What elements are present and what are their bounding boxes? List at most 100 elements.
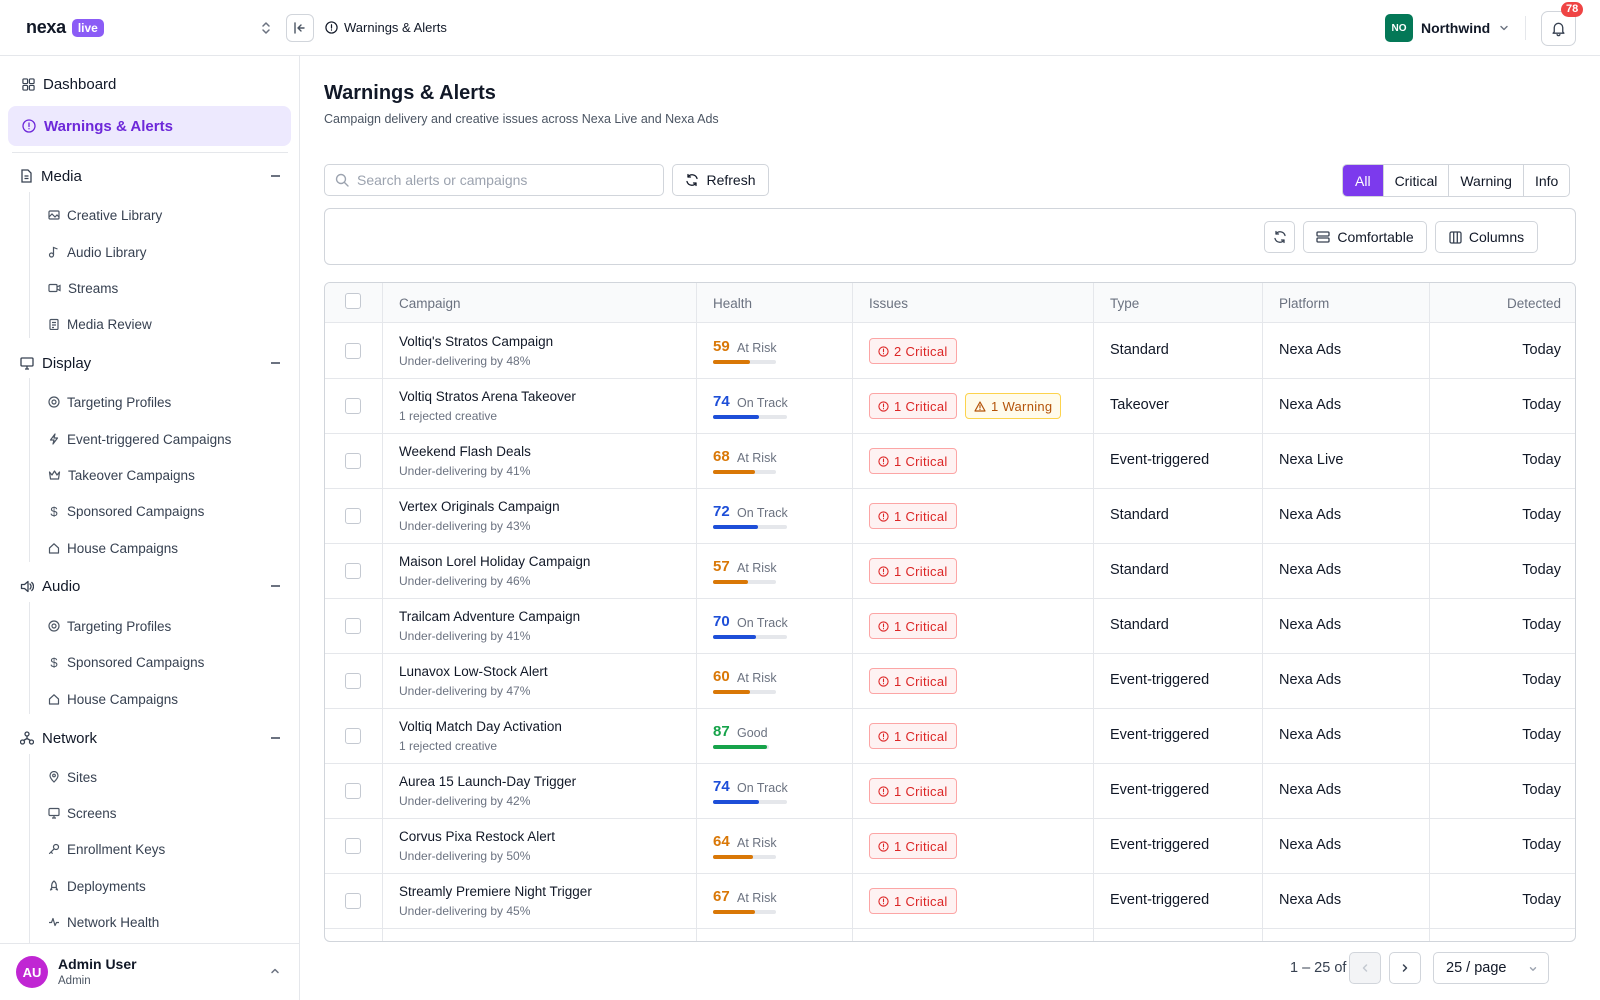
critical-badge[interactable]: 1 Critical — [869, 833, 957, 859]
sidebar-item-network-health[interactable]: Network Health — [48, 910, 159, 934]
table-row[interactable]: Aurea 15 Launch-Day Trigger Under-deliver… — [325, 763, 1575, 819]
filter-warning[interactable]: Warning — [1448, 165, 1523, 196]
row-checkbox[interactable] — [345, 838, 361, 854]
next-page-button[interactable] — [1389, 952, 1421, 984]
column-header-platform[interactable]: Platform — [1279, 283, 1329, 323]
row-checkbox[interactable] — [345, 673, 361, 689]
campaign-name[interactable]: Maison Lorel Holiday Campaign — [399, 554, 590, 569]
org-switcher[interactable]: NO Northwind — [1385, 14, 1510, 42]
campaign-name[interactable]: Voltiq Stratos Arena Takeover — [399, 389, 576, 404]
collapse-minus-icon[interactable] — [271, 175, 280, 177]
search-box[interactable] — [324, 164, 664, 196]
refresh-button[interactable]: Refresh — [672, 164, 769, 196]
campaign-name[interactable]: Trailcam Adventure Campaign — [399, 609, 580, 624]
row-checkbox[interactable] — [345, 563, 361, 579]
column-header-issues[interactable]: Issues — [869, 283, 908, 323]
critical-badge[interactable]: 1 Critical — [869, 503, 957, 529]
column-header-detected[interactable]: Detected — [1507, 283, 1561, 323]
row-checkbox[interactable] — [345, 618, 361, 634]
search-input[interactable] — [357, 165, 657, 195]
sidebar-item-sponsored-campaigns[interactable]: $ Sponsored Campaigns — [48, 499, 204, 523]
filter-critical[interactable]: Critical — [1382, 165, 1449, 196]
row-checkbox[interactable] — [345, 728, 361, 744]
table-row[interactable]: Trailcam Adventure Campaign Under-deliver… — [325, 598, 1575, 654]
sidebar-item-audio-library[interactable]: Audio Library — [48, 240, 147, 264]
column-header-campaign[interactable]: Campaign — [399, 283, 461, 323]
campaign-name[interactable]: Aurea 15 Launch-Day Trigger — [399, 774, 576, 789]
user-menu[interactable]: AU Admin User Admin — [0, 943, 299, 1000]
table-row[interactable]: Corvus Pixa Restock Alert Under-deliverin… — [325, 818, 1575, 874]
sidebar-section-audio[interactable]: Audio — [20, 574, 282, 598]
sidebar-item-audio-house-campaigns[interactable]: House Campaigns — [48, 687, 178, 711]
row-checkbox[interactable] — [345, 398, 361, 414]
reload-table-button[interactable] — [1264, 221, 1295, 253]
sidebar-item-sites[interactable]: Sites — [48, 765, 97, 789]
warning-badge[interactable]: 1 Warning — [965, 393, 1062, 419]
sidebar-item-house-campaigns[interactable]: House Campaigns — [48, 536, 178, 560]
sidebar-item-creative-library[interactable]: Creative Library — [48, 203, 162, 227]
chevron-up-icon[interactable] — [269, 965, 281, 977]
sidebar-item-event-triggered-campaigns[interactable]: Event-triggered Campaigns — [48, 427, 231, 451]
sidebar-section-media[interactable]: Media — [20, 164, 282, 188]
critical-badge[interactable]: 1 Critical — [869, 558, 957, 584]
table-row[interactable]: Maison Lorel Holiday Campaign Under-deliv… — [325, 543, 1575, 599]
campaign-name[interactable]: Weekend Flash Deals — [399, 444, 531, 459]
prev-page-button[interactable] — [1349, 952, 1381, 984]
sidebar-item-enrollment-keys[interactable]: Enrollment Keys — [48, 837, 165, 861]
select-all-checkbox[interactable] — [345, 293, 361, 309]
table-row[interactable]: Lunavox Low-Stock Alert Under-delivering … — [325, 653, 1575, 709]
sidebar-item-audio-targeting-profiles[interactable]: Targeting Profiles — [48, 614, 171, 638]
density-button[interactable]: Comfortable — [1303, 221, 1427, 253]
table-row[interactable]: Voltiq's Stratos Campaign Under-deliverin… — [325, 323, 1575, 379]
sidebar-item-deployments[interactable]: Deployments — [48, 874, 146, 898]
critical-badge[interactable]: 1 Critical — [869, 393, 957, 419]
collapse-sidebar-button[interactable] — [286, 14, 314, 42]
page-size-select[interactable]: 25 / page — [1433, 952, 1549, 984]
row-checkbox[interactable] — [345, 783, 361, 799]
table-row[interactable]: Streamly Premiere Night Trigger Under-del… — [325, 873, 1575, 929]
table-row[interactable]: Weekend Flash Deals Under-delivering by 4… — [325, 433, 1575, 489]
severity-filter: All Critical Warning Info — [1342, 164, 1571, 197]
sidebar-item-targeting-profiles[interactable]: Targeting Profiles — [48, 390, 171, 414]
critical-badge[interactable]: 1 Critical — [869, 723, 957, 749]
filter-info[interactable]: Info — [1522, 165, 1569, 196]
campaign-name[interactable]: Voltiq Match Day Activation — [399, 719, 562, 734]
sidebar-item-takeover-campaigns[interactable]: Takeover Campaigns — [48, 463, 195, 487]
sidebar-item-dashboard[interactable]: Dashboard — [8, 64, 291, 104]
column-header-health[interactable]: Health — [713, 283, 752, 323]
campaign-type: Event-triggered — [1110, 452, 1210, 468]
table-row[interactable]: Vertex Originals Campaign Under-deliverin… — [325, 488, 1575, 544]
row-checkbox[interactable] — [345, 508, 361, 524]
collapse-minus-icon[interactable] — [271, 362, 280, 364]
columns-button[interactable]: Columns — [1435, 221, 1538, 253]
campaign-name[interactable]: Streamly Premiere Night Trigger — [399, 884, 592, 899]
sidebar-item-warnings[interactable]: Warnings & Alerts — [8, 106, 291, 146]
chevron-up-down-icon[interactable] — [260, 20, 272, 36]
sidebar-item-media-review[interactable]: Media Review — [48, 312, 152, 336]
sidebar-section-display[interactable]: Display — [20, 351, 282, 375]
campaign-name[interactable]: Vertex Originals Campaign — [399, 499, 560, 514]
table-row[interactable]: Voltiq Stratos Arena Takeover 1 rejected … — [325, 378, 1575, 434]
critical-badge[interactable]: 2 Critical — [869, 338, 957, 364]
critical-badge[interactable]: 1 Critical — [869, 888, 957, 914]
campaign-name[interactable]: Voltiq's Stratos Campaign — [399, 334, 553, 349]
critical-badge[interactable]: 1 Critical — [869, 668, 957, 694]
collapse-minus-icon[interactable] — [271, 585, 280, 587]
campaign-name[interactable]: Lunavox Low-Stock Alert — [399, 664, 548, 679]
row-checkbox[interactable] — [345, 343, 361, 359]
sidebar-item-audio-sponsored-campaigns[interactable]: $ Sponsored Campaigns — [48, 650, 204, 674]
row-checkbox[interactable] — [345, 893, 361, 909]
column-header-type[interactable]: Type — [1110, 283, 1139, 323]
critical-badge[interactable]: 1 Critical — [869, 613, 957, 639]
critical-badge[interactable]: 1 Critical — [869, 778, 957, 804]
row-checkbox[interactable] — [345, 453, 361, 469]
collapse-minus-icon[interactable] — [271, 737, 280, 739]
campaign-name[interactable]: Corvus Pixa Restock Alert — [399, 829, 555, 844]
table-row[interactable]: Voltiq Match Day Activation 1 rejected cr… — [325, 708, 1575, 764]
critical-badge[interactable]: 1 Critical — [869, 448, 957, 474]
brand-logo[interactable]: nexa live — [26, 17, 104, 38]
filter-all[interactable]: All — [1343, 165, 1383, 196]
sidebar-item-streams[interactable]: Streams — [48, 276, 118, 300]
sidebar-item-screens[interactable]: Screens — [48, 801, 117, 825]
sidebar-section-network[interactable]: Network — [20, 726, 282, 750]
